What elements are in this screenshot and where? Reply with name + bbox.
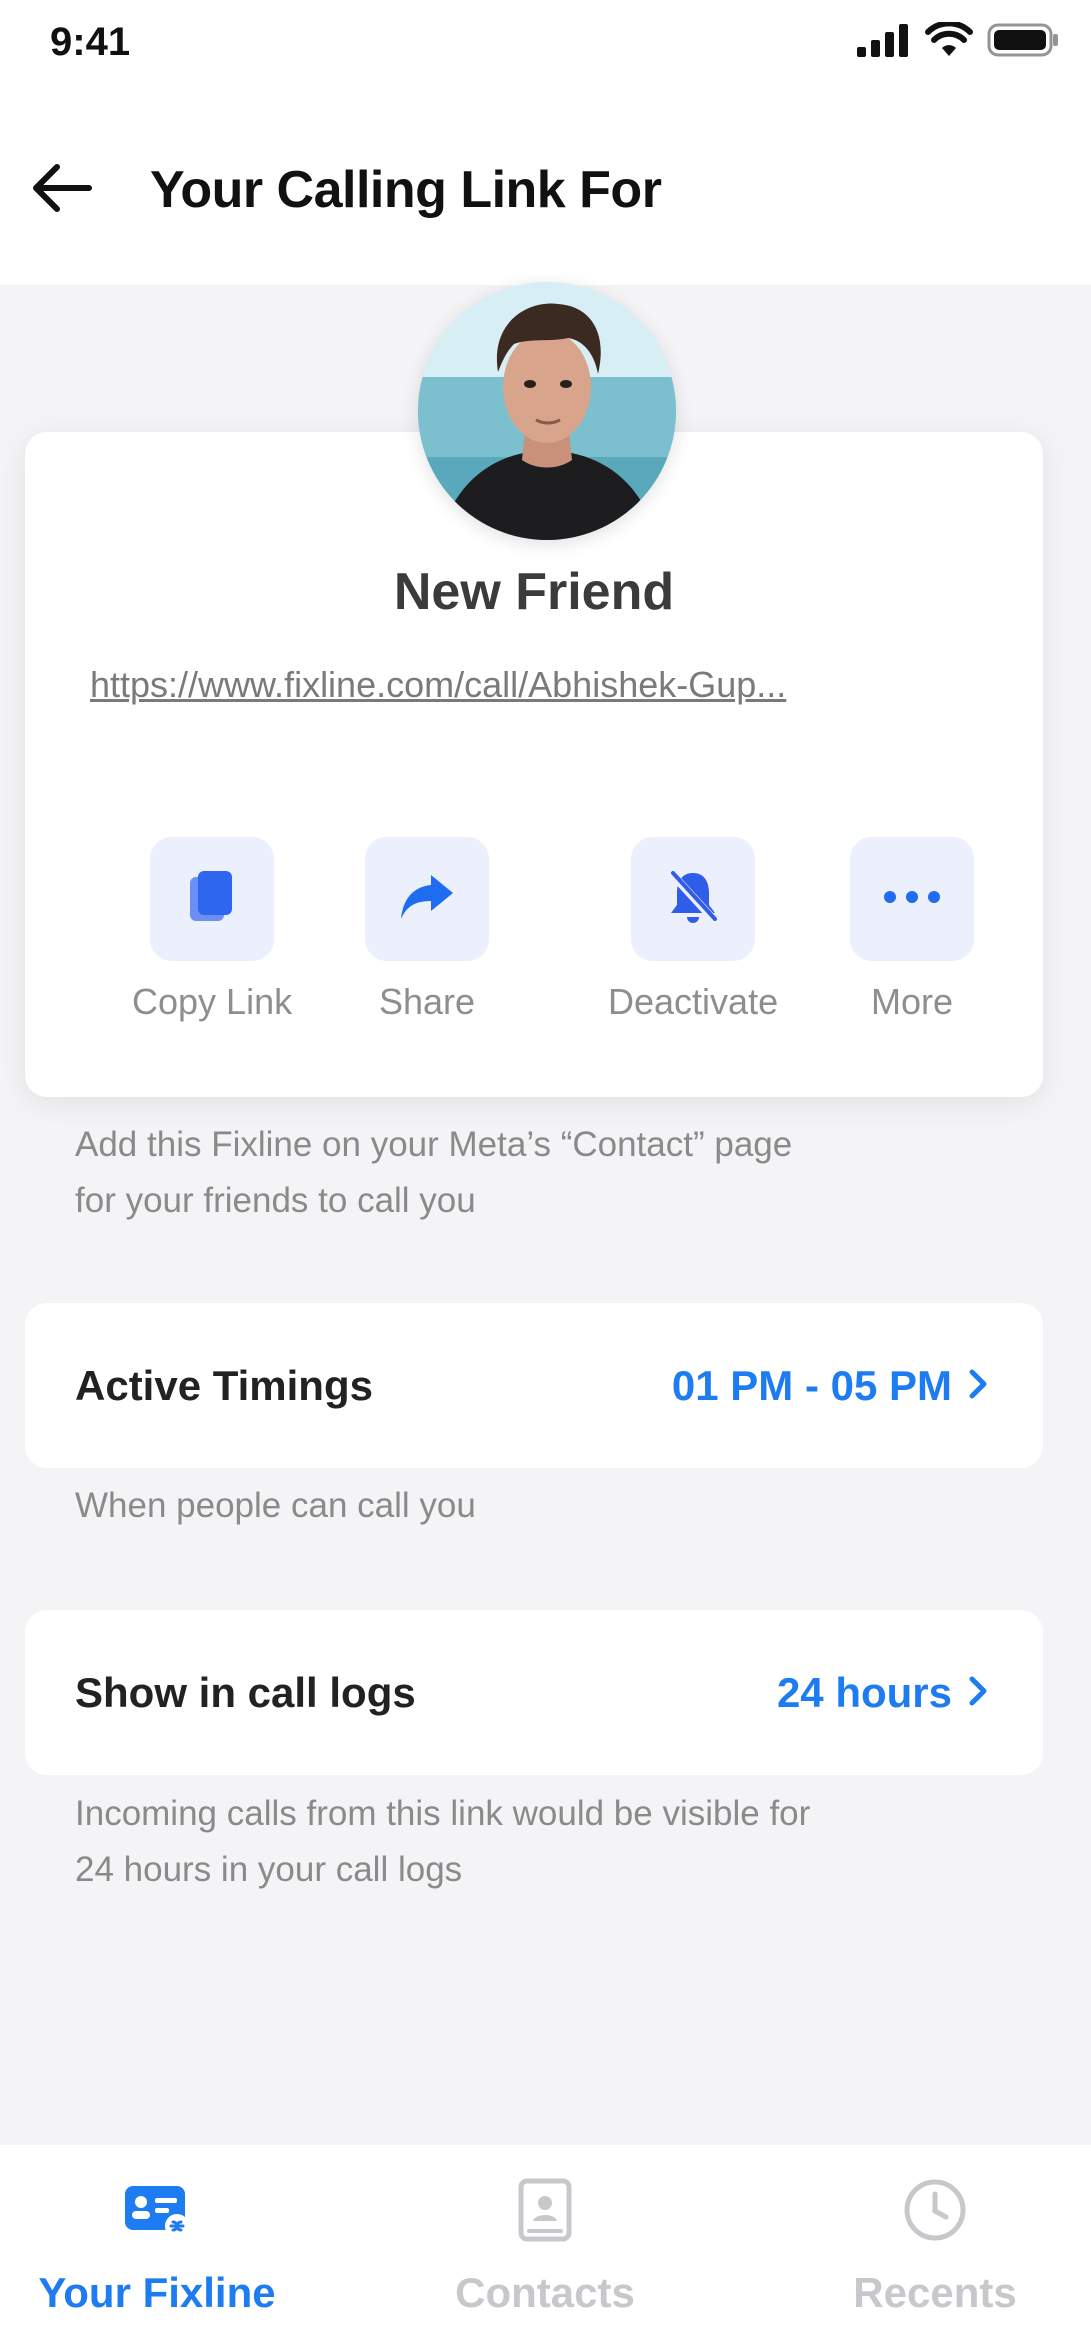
more-icon <box>880 889 944 910</box>
meta-helper-text: Add this Fixline on your Meta’s “Contact… <box>75 1117 792 1229</box>
active-timings-value-group: 01 PM - 05 PM <box>672 1303 988 1468</box>
share-label: Share <box>378 981 476 1022</box>
call-logs-helper: Incoming calls from this link would be v… <box>75 1786 810 1898</box>
nav-your-fixline[interactable]: Your Fixline <box>22 2145 292 2325</box>
deactivate-label: Deactivate <box>608 981 779 1022</box>
copy-link-label: Copy Link <box>132 981 293 1022</box>
share-button[interactable]: Share <box>365 837 489 1023</box>
deactivate-tile <box>631 837 756 961</box>
chevron-right-icon <box>968 1362 988 1410</box>
nav-recents-label: Recents <box>853 2269 1017 2316</box>
wifi-icon <box>925 20 973 63</box>
battery-icon <box>987 22 1059 63</box>
call-logs-helper-line-1: Incoming calls from this link would be v… <box>75 1794 811 1833</box>
more-button[interactable]: More <box>850 837 974 1023</box>
active-timings-label: Active Timings <box>75 1361 373 1409</box>
share-tile <box>365 837 489 961</box>
calling-link[interactable]: https://www.fixline.com/call/Abhishek-Gu… <box>90 664 980 706</box>
nav-recents[interactable]: Recents <box>800 2145 1070 2325</box>
bell-off-icon <box>665 867 721 932</box>
active-timings-helper: When people can call you <box>75 1486 476 1525</box>
back-button[interactable] <box>22 150 102 230</box>
bottom-nav: Your Fixline Contacts Recents <box>0 2145 1091 2325</box>
fixline-card-icon <box>121 2173 193 2247</box>
nav-your-fixline-label: Your Fixline <box>38 2269 276 2316</box>
friend-name: New Friend <box>393 563 675 621</box>
nav-contacts-label: Contacts <box>455 2269 635 2316</box>
top-area: 9:41 Your Calling Link For <box>0 0 1091 285</box>
copy-icon <box>184 867 240 932</box>
page-title: Your Calling Link For <box>150 161 662 219</box>
meta-helper-line-1: Add this Fixline on your Meta’s “Contact… <box>75 1125 793 1164</box>
copy-link-tile <box>150 837 275 961</box>
chevron-right-icon <box>968 1669 988 1717</box>
share-icon <box>397 871 457 928</box>
contacts-icon <box>515 2173 575 2247</box>
clock-icon <box>902 2173 968 2247</box>
status-time: 9:41 <box>50 20 131 64</box>
arrow-left-icon <box>31 163 93 218</box>
call-logs-row[interactable]: Show in call logs 24 hours <box>25 1610 1043 1775</box>
avatar <box>418 282 676 540</box>
deactivate-button[interactable]: Deactivate <box>608 837 778 1023</box>
call-logs-helper-line-2: 24 hours in your call logs <box>75 1850 463 1889</box>
active-timings-row[interactable]: Active Timings 01 PM - 05 PM <box>25 1303 1043 1468</box>
nav-contacts[interactable]: Contacts <box>410 2145 680 2325</box>
call-logs-label: Show in call logs <box>75 1668 416 1716</box>
active-timings-value: 01 PM - 05 PM <box>671 1361 952 1409</box>
signal-icon <box>855 23 911 62</box>
meta-helper-line-2: for your friends to call you <box>75 1181 476 1220</box>
copy-link-button[interactable]: Copy Link <box>132 837 292 1023</box>
call-logs-value: 24 hours <box>776 1668 952 1716</box>
more-label: More <box>870 981 954 1022</box>
call-logs-value-group: 24 hours <box>777 1610 988 1775</box>
more-tile <box>850 837 974 961</box>
status-icons <box>855 20 1059 63</box>
